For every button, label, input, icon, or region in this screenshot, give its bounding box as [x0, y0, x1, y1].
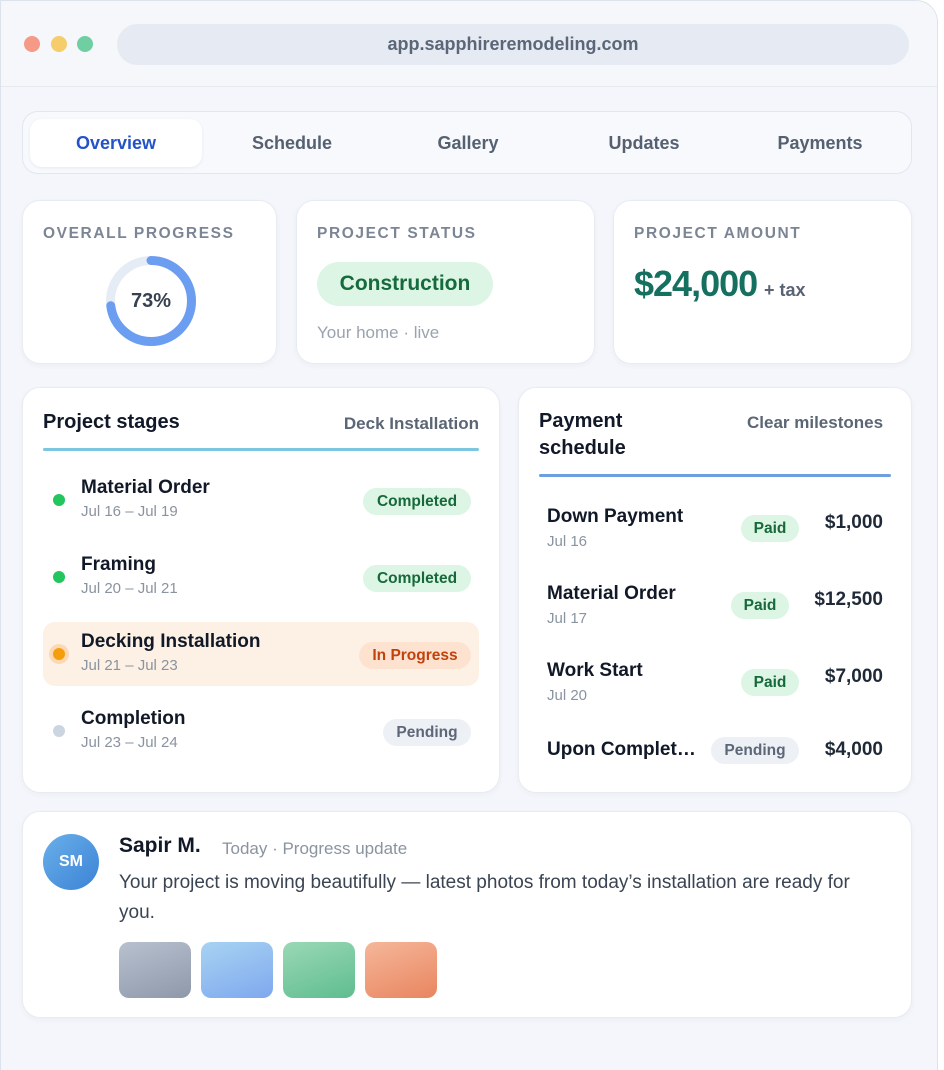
stage-status-badge: Completed — [363, 565, 471, 592]
stage-dates: Jul 23 – Jul 24 — [81, 734, 178, 751]
project-amount-card: PROJECT AMOUNT $24,000 + tax — [613, 200, 912, 364]
project-amount-value: $24,000 — [634, 263, 758, 304]
payment-name: Material Order — [547, 583, 676, 604]
tab-payments[interactable]: Payments — [734, 119, 906, 167]
tab-updates[interactable]: Updates — [558, 119, 730, 167]
stage-name: Material Order — [81, 477, 210, 498]
minimize-window-button[interactable] — [51, 36, 67, 52]
payment-schedule-card: Payment schedule Clear milestones Down P… — [518, 387, 912, 793]
payments-title: Payment schedule — [539, 410, 626, 459]
payment-row[interactable]: Upon Complet… Pending $4,000 — [547, 729, 887, 773]
stage-name: Framing — [81, 554, 156, 575]
payment-row[interactable]: Down Payment Jul 16 Paid $1,000 — [547, 498, 887, 558]
payment-status-badge: Paid — [741, 669, 799, 696]
payment-name: Upon Complet… — [547, 739, 696, 760]
photo-thumbnail[interactable] — [365, 942, 437, 998]
tab-overview[interactable]: Overview — [30, 119, 202, 167]
overall-progress-card: OVERALL PROGRESS 73% — [22, 200, 277, 364]
payment-row[interactable]: Material Order Jul 17 Paid $12,500 — [547, 575, 887, 635]
payment-name: Down Payment — [547, 506, 684, 527]
progress-label: OVERALL PROGRESS — [43, 225, 235, 242]
completed-dot-icon — [53, 571, 65, 583]
tab-gallery[interactable]: Gallery — [382, 119, 554, 167]
tax-suffix: + tax — [764, 280, 806, 300]
close-window-button[interactable] — [24, 36, 40, 52]
stage-status-badge: Completed — [363, 488, 471, 515]
payment-row[interactable]: Work Start Jul 20 Paid $7,000 — [547, 652, 887, 712]
project-status-card: PROJECT STATUS Construction Your home · … — [296, 200, 595, 364]
stage-dates: Jul 16 – Jul 19 — [81, 503, 178, 520]
current-stage-label: Deck Installation — [343, 414, 479, 433]
progress-percentage: 73% — [130, 290, 172, 312]
address-bar[interactable]: app.sapphireremodeling.com — [117, 24, 909, 65]
photo-thumbnail[interactable] — [119, 942, 191, 998]
update-meta: Today · Progress update — [222, 839, 408, 858]
payment-date: Jul 20 — [547, 687, 588, 704]
payment-status-badge: Paid — [731, 592, 789, 619]
photo-thumbnail[interactable] — [201, 942, 273, 998]
payment-status-badge: Paid — [741, 515, 799, 542]
stage-status-badge: In Progress — [359, 642, 471, 669]
photo-thumbnail[interactable] — [283, 942, 355, 998]
tab-schedule[interactable]: Schedule — [206, 119, 378, 167]
stage-row-active[interactable]: Decking Installation Jul 21 – Jul 23 In … — [43, 622, 479, 686]
status-badge: Construction — [317, 262, 493, 306]
status-label: PROJECT STATUS — [317, 225, 477, 242]
stages-divider — [43, 448, 479, 451]
pending-dot-icon — [53, 725, 65, 737]
amount-label: PROJECT AMOUNT — [634, 225, 802, 242]
payment-amount: $1,000 — [824, 512, 883, 533]
stage-name: Decking Installation — [81, 631, 261, 652]
payment-status-badge: Pending — [711, 737, 799, 764]
in-progress-dot-icon — [53, 648, 65, 660]
payments-subtitle: Clear milestones — [747, 413, 884, 432]
update-author: Sapir M. — [119, 834, 201, 857]
browser-window: app.sapphireremodeling.com Overview Sche… — [0, 0, 938, 1070]
avatar[interactable]: SM — [43, 834, 99, 890]
payment-amount: $12,500 — [814, 589, 883, 610]
stages-title: Project stages — [43, 411, 180, 433]
stage-row[interactable]: Material Order Jul 16 – Jul 19 Completed — [43, 468, 479, 532]
progress-update-card: SM Sapir M. Today · Progress update Your… — [22, 811, 912, 1018]
stage-name: Completion — [81, 708, 186, 729]
status-subtext: Your home · live — [317, 323, 440, 342]
browser-toolbar: app.sapphireremodeling.com — [1, 1, 937, 87]
payments-divider — [539, 474, 891, 477]
stage-row[interactable]: Framing Jul 20 – Jul 21 Completed — [43, 545, 479, 609]
payment-amount: $7,000 — [824, 666, 883, 687]
completed-dot-icon — [53, 494, 65, 506]
payment-date: Jul 17 — [547, 610, 588, 627]
stage-dates: Jul 21 – Jul 23 — [81, 657, 178, 674]
maximize-window-button[interactable] — [77, 36, 93, 52]
project-stages-card: Project stages Deck Installation Materia… — [22, 387, 500, 793]
update-message: Your project is moving beautifully — lat… — [119, 872, 850, 923]
payment-date: Jul 16 — [547, 533, 588, 550]
stage-row[interactable]: Completion Jul 23 – Jul 24 Pending — [43, 699, 479, 763]
stage-status-badge: Pending — [383, 719, 471, 746]
payment-name: Work Start — [547, 660, 643, 681]
payment-amount: $4,000 — [824, 739, 883, 760]
stage-dates: Jul 20 – Jul 21 — [81, 580, 178, 597]
tab-bar: Overview Schedule Gallery Updates Paymen… — [22, 111, 912, 174]
